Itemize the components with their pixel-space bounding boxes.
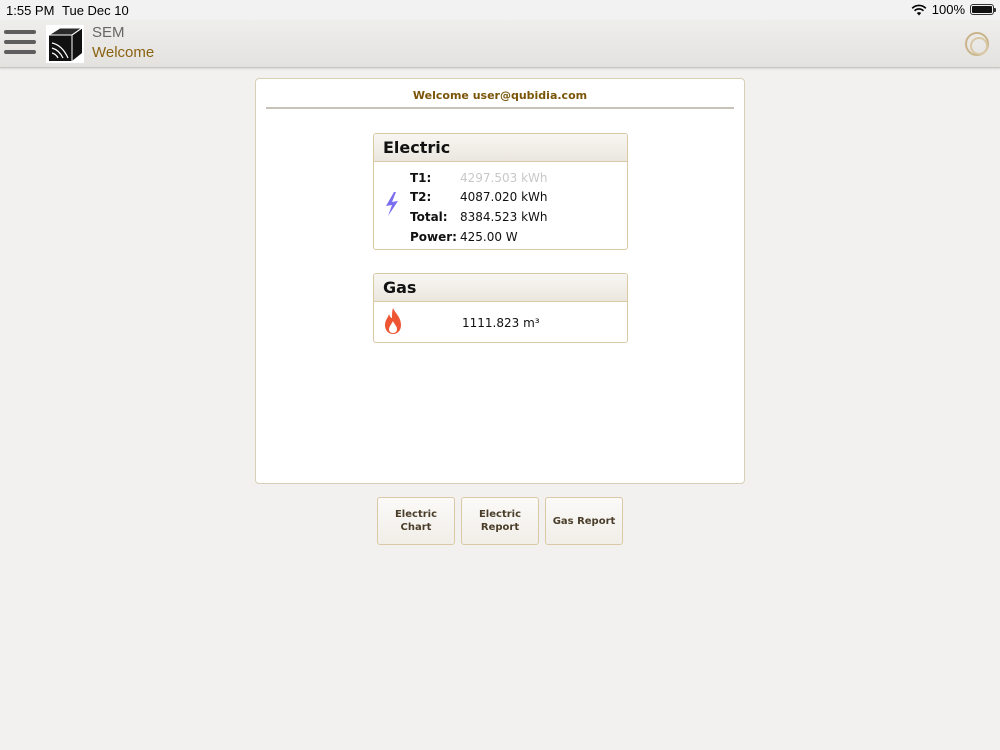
- row-value: 8384.523 kWh: [460, 210, 548, 224]
- gas-value: 1111.823 m³: [462, 316, 540, 330]
- electric-card: Electric T1: 4297.503 kWh T2: 4087.020 k…: [373, 133, 628, 250]
- ios-status-bar: 1:55 PM Tue Dec 10 100%: [0, 0, 1000, 20]
- button-label: Electric Chart: [394, 509, 438, 533]
- flame-icon: [385, 308, 401, 334]
- status-time: 1:55 PM: [6, 3, 55, 18]
- battery-icon: [970, 4, 996, 15]
- electric-report-button[interactable]: Electric Report: [461, 497, 539, 545]
- app-name: SEM: [92, 24, 125, 41]
- button-label: Gas Report: [552, 515, 616, 527]
- page-title: Welcome: [92, 44, 155, 61]
- loading-spinner-icon[interactable]: [965, 32, 989, 56]
- battery-percent: 100%: [931, 2, 965, 17]
- row-label: T1:: [410, 171, 432, 185]
- menu-icon[interactable]: [4, 30, 36, 58]
- main-panel: Welcome user@qubidia.com Electric T1: 42…: [255, 78, 745, 484]
- wifi-icon: [911, 4, 927, 15]
- status-right: 100%: [911, 2, 996, 17]
- row-label: Total:: [410, 210, 448, 224]
- row-value: 4297.503 kWh: [460, 171, 548, 185]
- sem-logo: [46, 25, 84, 63]
- status-date: Tue Dec 10: [62, 3, 129, 18]
- app-header: SEM Welcome: [0, 20, 1000, 68]
- lightning-bolt-icon: [386, 192, 398, 216]
- gas-report-button[interactable]: Gas Report: [545, 497, 623, 545]
- gas-card-title: Gas: [374, 274, 627, 302]
- row-value: 4087.020 kWh: [460, 190, 548, 204]
- welcome-message: Welcome user@qubidia.com: [266, 89, 734, 109]
- row-label: T2:: [410, 190, 432, 204]
- electric-card-title: Electric: [374, 134, 627, 162]
- row-value: 425.00 W: [460, 230, 518, 244]
- row-label: Power:: [410, 230, 457, 244]
- electric-chart-button[interactable]: Electric Chart: [377, 497, 455, 545]
- gas-card: Gas 1111.823 m³: [373, 273, 628, 343]
- button-label: Electric Report: [478, 509, 522, 533]
